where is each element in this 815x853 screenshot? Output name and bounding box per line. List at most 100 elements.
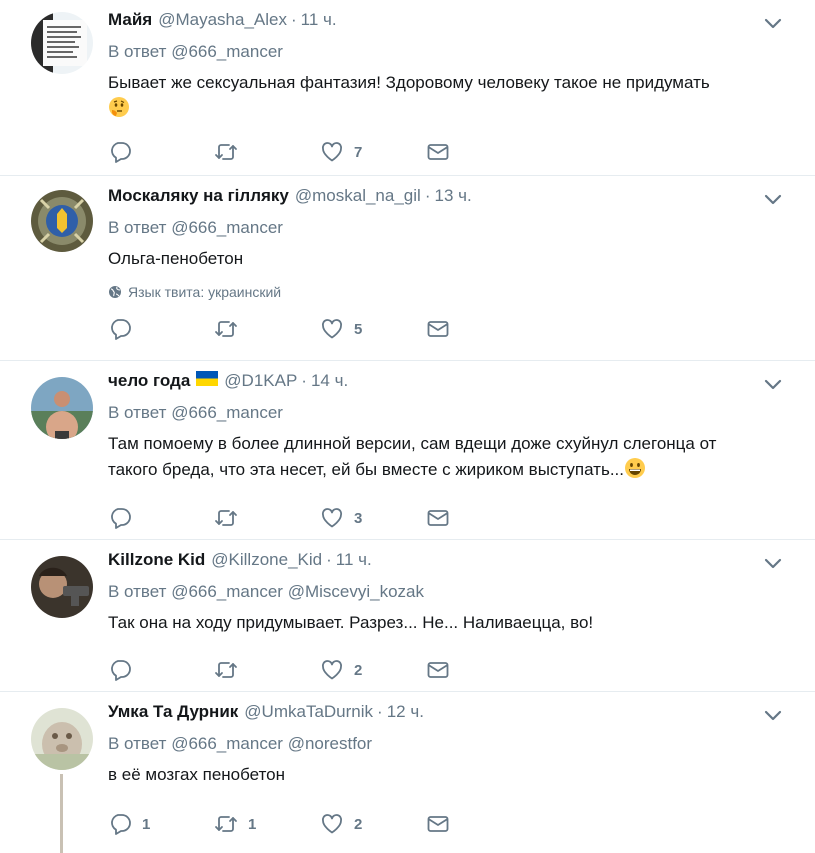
- direct-message-button[interactable]: [426, 658, 532, 682]
- like-count: 3: [354, 509, 363, 527]
- direct-message-button[interactable]: [426, 812, 532, 836]
- retweet-button[interactable]: [214, 140, 320, 164]
- chevron-down-icon[interactable]: [761, 190, 785, 210]
- thread-line: [60, 774, 63, 853]
- tweet-text: в её мозгах пенобетон: [108, 765, 286, 784]
- tweet-time[interactable]: 11 ч.: [301, 10, 337, 30]
- author-name[interactable]: Killzone Kid: [108, 550, 205, 570]
- like-button[interactable]: 2: [320, 812, 426, 836]
- tweet[interactable]: Москаляку на гілляку @moskal_na_gil · 13…: [0, 176, 815, 361]
- tweet-time[interactable]: 13 ч.: [434, 186, 471, 206]
- retweet-icon: [214, 317, 238, 341]
- avatar[interactable]: [31, 190, 93, 252]
- tweet[interactable]: Умка Та Дурник @UmkaTaDurnik · 12 ч. В о…: [0, 692, 815, 853]
- author-handle[interactable]: @Killzone_Kid: [211, 550, 322, 570]
- reply-button[interactable]: [108, 140, 214, 164]
- direct-message-button[interactable]: [426, 140, 532, 164]
- tweet-actions: 7: [108, 140, 532, 164]
- chevron-down-icon[interactable]: [761, 375, 785, 395]
- reply-icon: [108, 658, 132, 682]
- heart-icon: [320, 812, 344, 836]
- chevron-down-icon[interactable]: [761, 14, 785, 34]
- tweet-text: Там помоему в более длинной версии, сам …: [108, 431, 785, 483]
- reply-prefix: В ответ: [108, 218, 167, 237]
- mention-link[interactable]: @666_mancer: [171, 42, 283, 61]
- grinning-face-icon: [625, 458, 645, 478]
- mention-link[interactable]: @666_mancer: [171, 218, 283, 237]
- direct-message-button[interactable]: [426, 317, 532, 341]
- retweet-button[interactable]: 1: [214, 812, 320, 836]
- tweet-text-line: Там помоему в более длинной версии, сам …: [108, 434, 717, 453]
- reply-context: В ответ @666_mancer @norestfor: [108, 734, 785, 756]
- retweet-button[interactable]: [214, 317, 320, 341]
- ukraine-flag-icon: [196, 371, 219, 386]
- author-name[interactable]: Умка Та Дурник: [108, 702, 238, 722]
- reply-button[interactable]: 1: [108, 812, 214, 836]
- author-handle[interactable]: @D1KAP: [224, 371, 297, 391]
- like-button[interactable]: 2: [320, 658, 426, 682]
- tweet[interactable]: чело года @D1KAP · 14 ч. В ответ @666_ma…: [0, 361, 815, 540]
- author-name[interactable]: Москаляку на гілляку: [108, 186, 289, 206]
- like-count: 7: [354, 143, 363, 161]
- tweet-actions: 3: [108, 506, 532, 530]
- like-button[interactable]: 7: [320, 140, 426, 164]
- tweet[interactable]: Майя @Mayasha_Alex · 11 ч. В ответ @666_…: [0, 0, 815, 176]
- reply-icon: [108, 506, 132, 530]
- reply-icon: [108, 140, 132, 164]
- reply-context: В ответ @666_mancer: [108, 42, 785, 64]
- direct-message-button[interactable]: [426, 506, 532, 530]
- language-note-text: Язык твита: украинский: [128, 284, 282, 300]
- retweet-icon: [214, 140, 238, 164]
- author-name[interactable]: Майя: [108, 10, 152, 30]
- retweet-count: 1: [248, 815, 257, 833]
- like-count: 5: [354, 320, 363, 338]
- reply-button[interactable]: [108, 658, 214, 682]
- reply-button[interactable]: [108, 317, 214, 341]
- mention-link[interactable]: @Miscevyi_kozak: [288, 582, 424, 601]
- thinking-face-icon: [109, 97, 129, 117]
- reply-context: В ответ @666_mancer @Miscevyi_kozak: [108, 582, 785, 604]
- reply-prefix: В ответ: [108, 734, 167, 753]
- author-handle[interactable]: @UmkaTaDurnik: [244, 702, 373, 722]
- tweet-time[interactable]: 12 ч.: [387, 702, 424, 722]
- mention-link[interactable]: @666_mancer: [171, 403, 283, 422]
- avatar[interactable]: [31, 556, 93, 618]
- avatar[interactable]: [31, 377, 93, 439]
- retweet-icon: [214, 506, 238, 530]
- reply-prefix: В ответ: [108, 42, 167, 61]
- avatar[interactable]: [31, 12, 93, 74]
- reply-prefix: В ответ: [108, 403, 167, 422]
- avatar[interactable]: [31, 708, 93, 770]
- tweet-time[interactable]: 14 ч.: [311, 371, 348, 391]
- tweet-text: Бывает же сексуальная фантазия! Здоровом…: [108, 70, 785, 122]
- reply-context: В ответ @666_mancer: [108, 218, 785, 240]
- reply-icon: [108, 317, 132, 341]
- reply-button[interactable]: [108, 506, 214, 530]
- envelope-icon: [426, 812, 450, 836]
- author-handle[interactable]: @moskal_na_gil: [295, 186, 421, 206]
- tweet-time[interactable]: 11 ч.: [336, 550, 372, 570]
- author-name[interactable]: чело года: [108, 371, 190, 391]
- like-button[interactable]: 3: [320, 506, 426, 530]
- mention-link[interactable]: @666_mancer: [171, 582, 283, 601]
- envelope-icon: [426, 140, 450, 164]
- reply-context: В ответ @666_mancer: [108, 403, 785, 425]
- like-button[interactable]: 5: [320, 317, 426, 341]
- chevron-down-icon[interactable]: [761, 706, 785, 726]
- chevron-down-icon[interactable]: [761, 554, 785, 574]
- retweet-button[interactable]: [214, 506, 320, 530]
- retweet-icon: [214, 658, 238, 682]
- separator: ·: [326, 550, 332, 569]
- tweet-actions: 2: [108, 658, 532, 682]
- globe-icon: [109, 286, 121, 298]
- mention-link[interactable]: @666_mancer: [171, 734, 283, 753]
- tweet[interactable]: Killzone Kid @Killzone_Kid · 11 ч. В отв…: [0, 540, 815, 692]
- language-note: Язык твита: украинский: [108, 284, 785, 300]
- envelope-icon: [426, 506, 450, 530]
- retweet-button[interactable]: [214, 658, 320, 682]
- author-handle[interactable]: @Mayasha_Alex: [158, 10, 287, 30]
- tweet-text-content: Бывает же сексуальная фантазия! Здоровом…: [108, 73, 710, 92]
- tweet-actions: 1 1 2: [108, 812, 532, 836]
- tweet-text-line: такого бреда, что эта несет, ей бы вмест…: [108, 460, 624, 479]
- mention-link[interactable]: @norestfor: [288, 734, 372, 753]
